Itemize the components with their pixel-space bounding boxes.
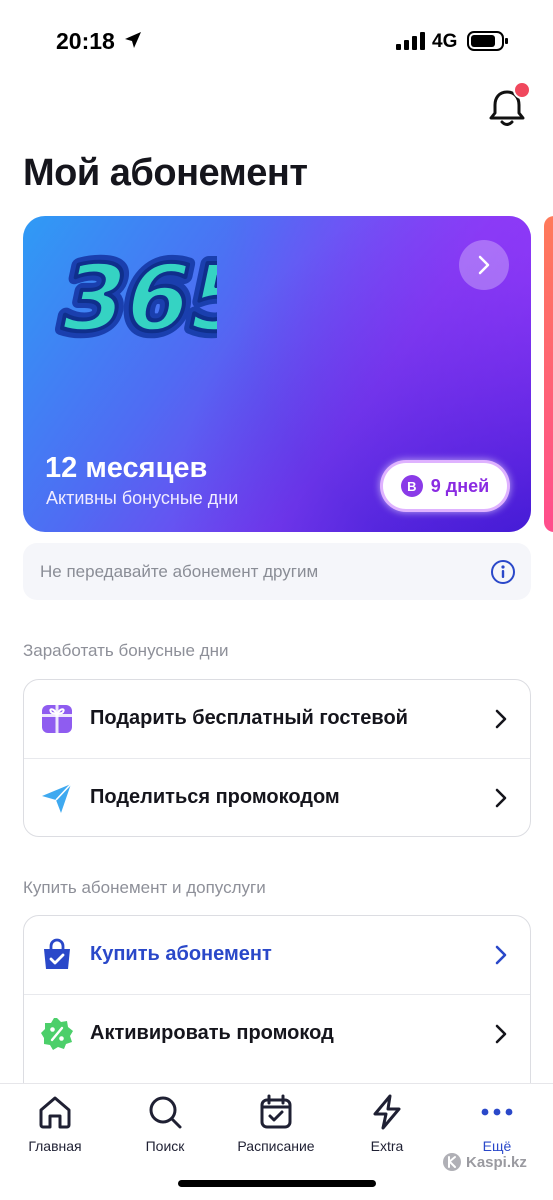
tab-label: Поиск — [145, 1138, 185, 1154]
chevron-right-icon — [495, 1024, 507, 1044]
search-icon — [149, 1096, 182, 1129]
tab-label: Главная — [28, 1138, 82, 1154]
gift-icon — [42, 705, 72, 733]
tab-home[interactable]: Главная — [10, 1092, 100, 1154]
bonus-list: Подарить бесплатный гостевой Поделиться … — [23, 679, 531, 837]
location-arrow-icon — [125, 32, 141, 48]
discount-icon — [41, 1018, 73, 1050]
buy-subscription-row[interactable]: Купить абонемент — [24, 916, 530, 994]
network-type: 4G — [432, 31, 458, 52]
tab-label: Расписание — [237, 1138, 315, 1154]
kaspi-watermark: Kaspi.kz — [442, 1152, 527, 1172]
calendar-icon — [260, 1094, 292, 1129]
subscription-card[interactable]: 365 365 12 месяцев Активны бонусные дни … — [23, 216, 531, 532]
logo-365: 365 365 — [47, 238, 217, 348]
transfer-notice: Не передавайте абонемент другим — [23, 543, 531, 600]
bonus-days-count: 9 дней — [430, 475, 490, 496]
status-time: 20:18 — [56, 28, 115, 54]
svg-text:365: 365 — [51, 245, 217, 348]
bonus-icon: B — [400, 475, 423, 497]
subscription-duration: 12 месяцев — [45, 452, 208, 484]
row-label: Поделиться промокодом — [90, 786, 340, 808]
subscription-status: Активны бонусные дни — [46, 488, 239, 508]
signal-icon — [396, 32, 425, 50]
notification-badge — [513, 81, 531, 99]
gift-guest-row[interactable]: Подарить бесплатный гостевой — [24, 680, 530, 758]
chevron-right-icon — [495, 709, 507, 729]
notice-text: Не передавайте абонемент другим — [40, 562, 319, 581]
tab-label: Extra — [370, 1138, 404, 1154]
paper-plane-icon — [42, 783, 72, 813]
lightning-icon — [373, 1094, 401, 1130]
card-open-button[interactable] — [459, 240, 509, 290]
row-label: Купить абонемент — [90, 943, 272, 965]
next-card-peek[interactable] — [544, 216, 553, 532]
tab-more[interactable]: Ещё — [452, 1092, 542, 1154]
row-label: Активировать промокод — [90, 1022, 334, 1044]
watermark-text: Kaspi.kz — [466, 1153, 527, 1171]
chevron-right-icon — [495, 945, 507, 965]
activate-promocode-row[interactable]: Активировать промокод — [24, 994, 530, 1072]
bonus-days-badge[interactable]: B 9 дней — [380, 460, 510, 512]
row-label: Подарить бесплатный гостевой — [90, 707, 408, 729]
shopping-bag-icon — [44, 938, 70, 969]
tab-schedule[interactable]: Расписание — [231, 1092, 321, 1154]
bonus-section-label: Заработать бонусные дни — [23, 641, 229, 660]
tab-search[interactable]: Поиск — [120, 1092, 210, 1154]
home-icon — [39, 1096, 71, 1129]
battery-icon — [467, 31, 508, 51]
page-title: Мой абонемент — [23, 152, 308, 194]
more-icon — [481, 1108, 513, 1116]
buy-section-label: Купить абонемент и допуслуги — [23, 878, 266, 897]
info-icon[interactable] — [490, 559, 516, 585]
chevron-right-icon — [495, 788, 507, 808]
tab-extra[interactable]: Extra — [342, 1092, 432, 1154]
status-bar: 20:18 4G — [0, 0, 553, 80]
kaspi-logo-icon — [443, 1153, 461, 1171]
share-promocode-row[interactable]: Поделиться промокодом — [24, 758, 530, 836]
home-indicator — [178, 1180, 376, 1187]
chevron-right-icon — [478, 255, 490, 275]
